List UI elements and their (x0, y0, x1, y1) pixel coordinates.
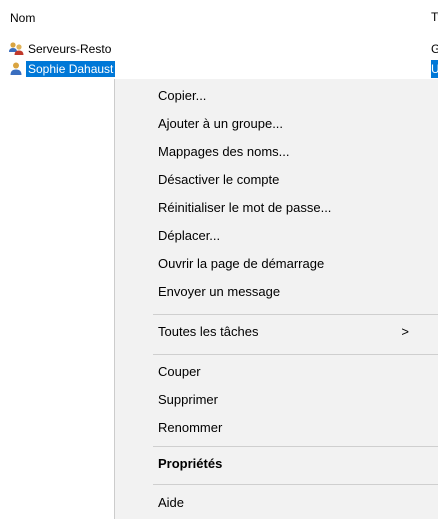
list-item-type: Groupe (431, 42, 438, 56)
menu-item-aide[interactable]: Aide (115, 489, 438, 517)
chevron-right-icon: > (401, 324, 409, 339)
column-header-type[interactable]: Type (431, 10, 438, 24)
menu-separator (153, 314, 438, 315)
menu-separator (153, 484, 438, 485)
menu-item-deplacer[interactable]: Déplacer... (115, 222, 438, 250)
menu-item-couper[interactable]: Couper (115, 358, 438, 386)
menu-item-proprietes[interactable]: Propriétés (115, 450, 438, 478)
list-item-serveurs-resto[interactable]: Serveurs-Resto (8, 40, 113, 58)
menu-item-reinitialiser-mot-de-passe[interactable]: Réinitialiser le mot de passe... (115, 194, 438, 222)
group-icon (8, 41, 24, 57)
column-header-name[interactable]: Nom (10, 11, 35, 25)
menu-item-copier[interactable]: Copier... (115, 82, 438, 110)
menu-item-renommer[interactable]: Renommer (115, 414, 438, 442)
menu-item-ajouter-groupe[interactable]: Ajouter à un groupe... (115, 110, 438, 138)
menu-item-label: Toutes les tâches (158, 324, 259, 339)
menu-item-envoyer-message[interactable]: Envoyer un message (115, 278, 438, 306)
list-item-sophie-dahaust[interactable]: Sophie Dahaust (8, 60, 116, 78)
menu-item-toutes-les-taches[interactable]: Toutes les tâches > (115, 318, 438, 346)
menu-item-ouvrir-page-demarrage[interactable]: Ouvrir la page de démarrage (115, 250, 438, 278)
menu-item-mappages-noms[interactable]: Mappages des noms... (115, 138, 438, 166)
list-item-type: Utilisateur (431, 60, 438, 78)
menu-item-supprimer[interactable]: Supprimer (115, 386, 438, 414)
context-menu: Copier... Ajouter à un groupe... Mappage… (114, 79, 438, 519)
list-header: Nom Type (0, 0, 438, 30)
menu-separator (153, 446, 438, 447)
list-item-label: Sophie Dahaust (26, 61, 116, 77)
menu-separator (153, 354, 438, 355)
user-icon (8, 61, 24, 77)
list-item-label: Serveurs-Resto (28, 42, 112, 56)
menu-item-desactiver-compte[interactable]: Désactiver le compte (115, 166, 438, 194)
